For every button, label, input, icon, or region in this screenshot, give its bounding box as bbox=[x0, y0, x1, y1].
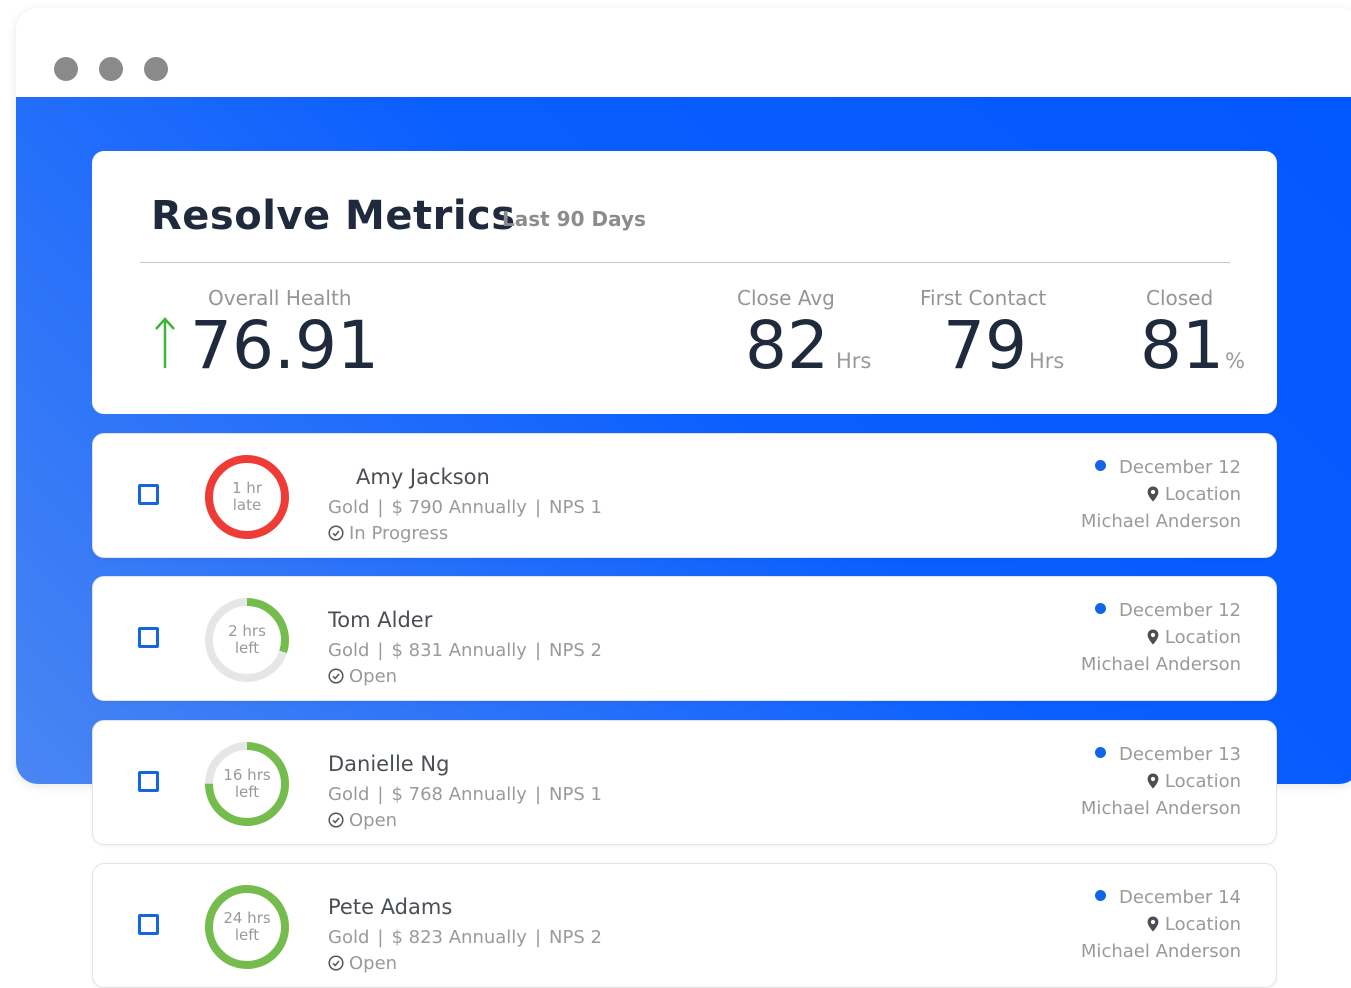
location-text: Location bbox=[1164, 484, 1241, 505]
ticket-owner[interactable]: Michael Anderson bbox=[1081, 941, 1241, 962]
customer-meta: Gold | $ 790 Annually | NPS 1 bbox=[328, 497, 602, 518]
nps-score: NPS 1 bbox=[549, 784, 602, 805]
ticket-date: December 12 bbox=[1095, 457, 1241, 478]
ticket-card[interactable]: 2 hrs left Tom Alder Gold | $ 831 Annually… bbox=[92, 576, 1277, 701]
customer-name[interactable]: Danielle Ng bbox=[328, 752, 449, 776]
status-text: Open bbox=[349, 810, 398, 831]
ticket-status: Open bbox=[328, 666, 397, 687]
trend-up-arrow-icon bbox=[155, 317, 175, 368]
ticket-card[interactable]: 16 hrs left Danielle Ng Gold | $ 768 Annua… bbox=[92, 720, 1277, 845]
location-text: Location bbox=[1164, 914, 1241, 935]
map-pin-icon bbox=[1147, 773, 1159, 789]
customer-name[interactable]: Pete Adams bbox=[328, 895, 452, 919]
ticket-status: Open bbox=[328, 810, 397, 831]
ticket-date: December 13 bbox=[1095, 744, 1241, 765]
check-circle-icon bbox=[328, 955, 344, 971]
annual-amount: $ 768 Annually bbox=[391, 784, 527, 805]
sla-timer-text: 2 hrs left bbox=[203, 623, 291, 657]
ticket-owner[interactable]: Michael Anderson bbox=[1081, 511, 1241, 532]
map-pin-icon bbox=[1147, 629, 1159, 645]
ticket-owner[interactable]: Michael Anderson bbox=[1081, 654, 1241, 675]
close-avg-unit: Hrs bbox=[836, 349, 872, 373]
timer-value: 1 hr bbox=[232, 479, 262, 497]
date-range-label: Last 90 Days bbox=[502, 207, 646, 231]
date-dot-icon bbox=[1095, 603, 1107, 614]
nps-score: NPS 2 bbox=[549, 927, 602, 948]
date-dot-icon bbox=[1095, 747, 1107, 758]
customer-meta: Gold | $ 823 Annually | NPS 2 bbox=[328, 927, 602, 948]
timer-status: late bbox=[232, 496, 262, 514]
date-text: December 13 bbox=[1119, 744, 1241, 765]
window-control-dot[interactable] bbox=[54, 57, 78, 81]
tier: Gold bbox=[328, 784, 370, 805]
ticket-checkbox[interactable] bbox=[138, 627, 159, 648]
check-circle-icon bbox=[328, 812, 344, 828]
location-text: Location bbox=[1164, 627, 1241, 648]
page-title: Resolve Metrics bbox=[151, 193, 516, 239]
ticket-checkbox[interactable] bbox=[138, 914, 159, 935]
window-control-dot[interactable] bbox=[144, 57, 168, 81]
metrics-card: Resolve Metrics Last 90 Days Overall Hea… bbox=[92, 151, 1277, 414]
first-contact-value: 79 bbox=[943, 307, 1027, 384]
ticket-card[interactable]: 1 hr late Amy Jackson Gold | $ 790 Annuall… bbox=[92, 433, 1277, 558]
ticket-date: December 12 bbox=[1095, 600, 1241, 621]
map-pin-icon bbox=[1147, 916, 1159, 932]
check-circle-icon bbox=[328, 668, 344, 684]
date-dot-icon bbox=[1095, 460, 1107, 471]
closed-value: 81 bbox=[1140, 307, 1224, 384]
timer-status: left bbox=[234, 783, 260, 801]
ticket-location[interactable]: Location bbox=[1147, 771, 1241, 792]
date-dot-icon bbox=[1095, 890, 1107, 901]
ticket-location[interactable]: Location bbox=[1147, 627, 1241, 648]
close-avg-value: 82 bbox=[745, 307, 829, 384]
location-text: Location bbox=[1164, 771, 1241, 792]
customer-name[interactable]: Tom Alder bbox=[328, 608, 432, 632]
nps-score: NPS 1 bbox=[549, 497, 602, 518]
nps-score: NPS 2 bbox=[549, 640, 602, 661]
timer-status: left bbox=[234, 926, 260, 944]
first-contact-unit: Hrs bbox=[1029, 349, 1065, 373]
ticket-checkbox[interactable] bbox=[138, 484, 159, 505]
tier: Gold bbox=[328, 497, 370, 518]
status-text: Open bbox=[349, 953, 398, 974]
annual-amount: $ 823 Annually bbox=[391, 927, 527, 948]
customer-meta: Gold | $ 768 Annually | NPS 1 bbox=[328, 784, 602, 805]
sla-timer-text: 1 hr late bbox=[203, 480, 291, 514]
ticket-date: December 14 bbox=[1095, 887, 1241, 908]
window-titlebar bbox=[16, 8, 1351, 97]
tier: Gold bbox=[328, 640, 370, 661]
overall-health-value: 76.91 bbox=[190, 307, 379, 384]
sla-timer-text: 24 hrs left bbox=[203, 910, 291, 944]
customer-name[interactable]: Amy Jackson bbox=[356, 465, 490, 489]
check-circle-icon bbox=[328, 525, 344, 541]
date-text: December 12 bbox=[1119, 457, 1241, 478]
ticket-card[interactable]: 24 hrs left Pete Adams Gold | $ 823 Annual… bbox=[92, 863, 1277, 988]
status-text: Open bbox=[349, 666, 398, 687]
annual-amount: $ 790 Annually bbox=[391, 497, 527, 518]
timer-value: 2 hrs bbox=[228, 622, 266, 640]
timer-value: 24 hrs bbox=[223, 909, 271, 927]
timer-status: left bbox=[234, 639, 260, 657]
status-text: In Progress bbox=[349, 523, 449, 544]
map-pin-icon bbox=[1147, 486, 1159, 502]
divider bbox=[140, 262, 1230, 263]
sla-timer-text: 16 hrs left bbox=[203, 767, 291, 801]
ticket-status: Open bbox=[328, 953, 397, 974]
date-text: December 14 bbox=[1119, 887, 1241, 908]
tier: Gold bbox=[328, 927, 370, 948]
closed-unit: % bbox=[1225, 349, 1245, 373]
ticket-location[interactable]: Location bbox=[1147, 914, 1241, 935]
customer-meta: Gold | $ 831 Annually | NPS 2 bbox=[328, 640, 602, 661]
ticket-location[interactable]: Location bbox=[1147, 484, 1241, 505]
ticket-owner[interactable]: Michael Anderson bbox=[1081, 798, 1241, 819]
annual-amount: $ 831 Annually bbox=[391, 640, 527, 661]
window-control-dot[interactable] bbox=[99, 57, 123, 81]
ticket-checkbox[interactable] bbox=[138, 771, 159, 792]
date-text: December 12 bbox=[1119, 600, 1241, 621]
timer-value: 16 hrs bbox=[223, 766, 271, 784]
ticket-status: In Progress bbox=[328, 523, 448, 544]
